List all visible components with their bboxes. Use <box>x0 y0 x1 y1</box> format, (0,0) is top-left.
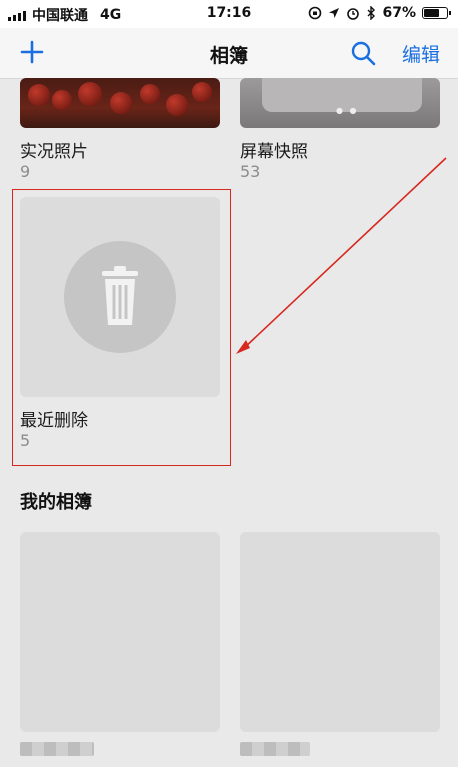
orientation-lock-icon <box>309 6 322 20</box>
status-bar: 中国联通 4G 17:16 67% <box>0 0 458 28</box>
location-icon <box>329 8 340 18</box>
edit-button[interactable]: 编辑 <box>402 40 440 67</box>
battery-percent: 67% <box>382 5 416 21</box>
album-name-live-photos[interactable]: 实况照片 <box>20 137 88 162</box>
bluetooth-icon <box>367 6 376 20</box>
trash-icon <box>102 266 138 325</box>
battery-icon <box>422 7 451 19</box>
page-dots-icon: ● ● <box>336 106 359 115</box>
alarm-icon <box>347 8 360 20</box>
trash-circle <box>64 241 176 353</box>
section-title-my-albums: 我的相簿 <box>20 492 92 513</box>
page-title: 相簿 <box>209 45 248 67</box>
album-name-my-album-1[interactable] <box>20 742 94 756</box>
album-count-screenshots: 53 <box>240 162 261 181</box>
album-name-recently-deleted[interactable]: 最近删除 <box>20 406 88 431</box>
album-thumb-my-album-1[interactable] <box>20 532 220 732</box>
album-name-my-album-2[interactable] <box>240 742 310 756</box>
status-right: 67% <box>308 5 451 21</box>
nav-bar: 相簿 编辑 <box>0 28 458 79</box>
album-name-screenshots[interactable]: 屏幕快照 <box>240 137 308 162</box>
album-thumb-recently-deleted[interactable] <box>20 197 220 397</box>
search-icon[interactable] <box>348 38 378 68</box>
add-album-button[interactable] <box>16 36 48 68</box>
album-count-live-photos: 9 <box>20 162 31 181</box>
album-count-recently-deleted: 5 <box>20 431 31 450</box>
album-thumb-screenshots[interactable]: ● ● <box>240 78 440 128</box>
album-thumb-my-album-2[interactable] <box>240 532 440 732</box>
album-thumb-live-photos[interactable] <box>20 78 220 128</box>
